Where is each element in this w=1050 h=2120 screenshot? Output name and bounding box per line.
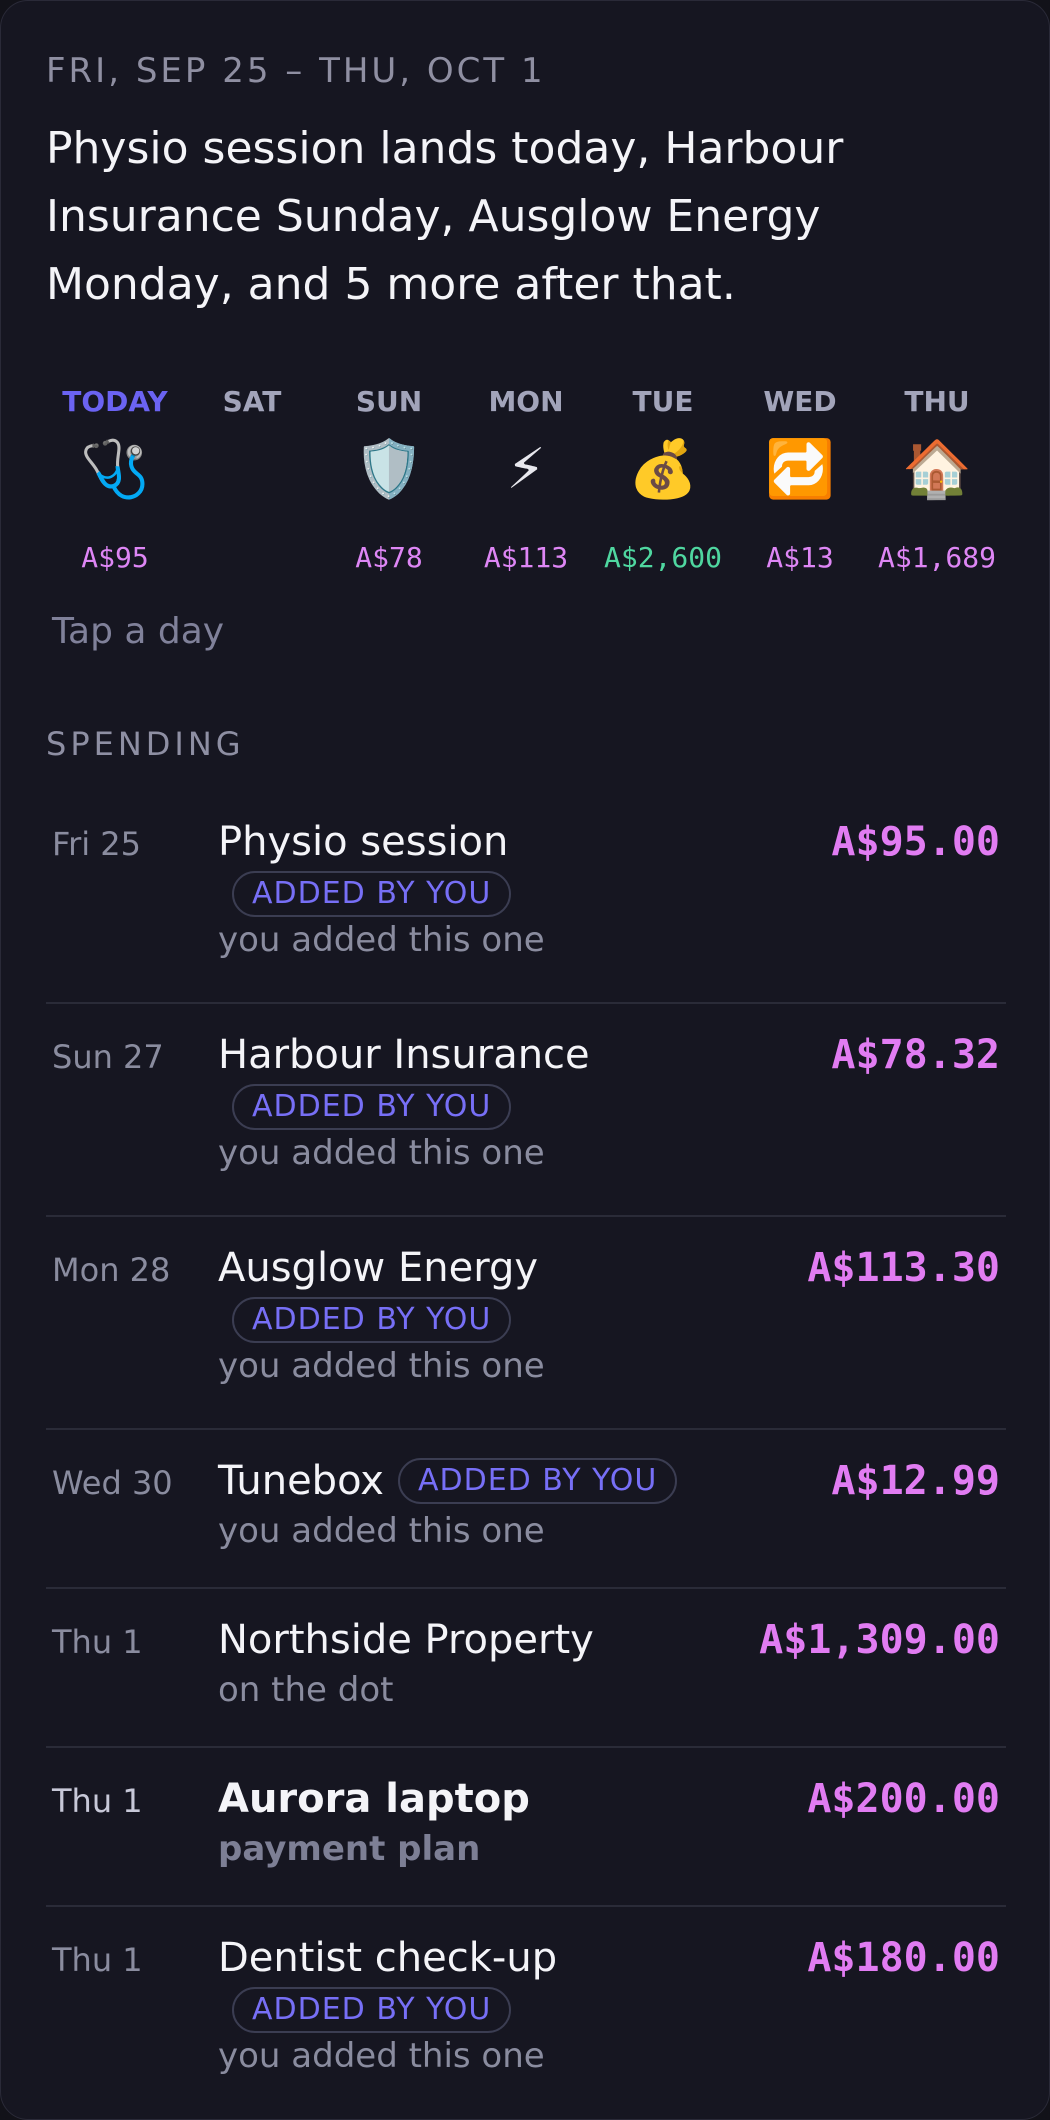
item-name: Harbour Insurance: [218, 1032, 590, 1078]
item-note: you added this one: [218, 1133, 545, 1173]
added-badge: ADDED BY YOU: [232, 1084, 512, 1130]
item-amount: A$78.32: [831, 1032, 1000, 1078]
added-badge: ADDED BY YOU: [232, 1987, 512, 2033]
added-badge: ADDED BY YOU: [232, 1297, 512, 1343]
item-date: Sun 27: [52, 1038, 164, 1076]
day-amount: A$2,600: [603, 541, 722, 574]
money-bag-icon: 💰: [628, 437, 698, 502]
day-label: SUN: [355, 385, 423, 418]
item-date: Mon 28: [52, 1251, 171, 1289]
item-name: Physio session: [218, 819, 509, 865]
item-main: Northside Property on the dot: [218, 1613, 706, 1713]
day-amount: A$78: [355, 541, 423, 574]
item-name: Aurora laptop: [218, 1776, 530, 1822]
day-label: WED: [763, 385, 837, 418]
item-date: Thu 1: [52, 1782, 143, 1820]
shield-icon: 🛡️: [354, 437, 424, 502]
stethoscope-icon: 🩺: [80, 437, 150, 502]
item-name: Northside Property: [218, 1617, 594, 1663]
item-main: Tunebox ADDED BY YOU you added this one: [218, 1454, 806, 1554]
item-name: Tunebox: [218, 1458, 384, 1504]
day-label: SAT: [222, 385, 282, 418]
house-icon: 🏠: [902, 437, 972, 502]
day-thu[interactable]: THU 🏠 A$1,689: [868, 381, 1006, 591]
item-date: Fri 25: [52, 825, 142, 863]
item-amount: A$1,309.00: [759, 1617, 1000, 1663]
list-item[interactable]: Thu 1 Dentist check-up ADDED BY YOU you …: [46, 1907, 1006, 2118]
item-main: Harbour Insurance ADDED BY YOU you added…: [218, 1028, 746, 1176]
day-label: TODAY: [62, 385, 168, 418]
item-note: you added this one: [218, 1346, 545, 1386]
lightning-icon: ⚡: [506, 437, 546, 502]
item-note: payment plan: [218, 1829, 481, 1869]
item-amount: A$180.00: [807, 1935, 1000, 1981]
item-date: Thu 1: [52, 1623, 143, 1661]
list-item[interactable]: Sun 27 Harbour Insurance ADDED BY YOU yo…: [46, 1004, 1006, 1217]
item-name: Dentist check-up: [218, 1935, 558, 1981]
section-title: SPENDING: [46, 725, 245, 763]
day-tue[interactable]: TUE 💰 A$2,600: [594, 381, 732, 591]
item-date: Wed 30: [52, 1464, 173, 1502]
item-date: Thu 1: [52, 1941, 143, 1979]
day-wed[interactable]: WED 🔁 A$13: [731, 381, 869, 591]
list-item[interactable]: Thu 1 Northside Property on the dot A$1,…: [46, 1589, 1006, 1748]
day-mon[interactable]: MON ⚡ A$113: [457, 381, 595, 591]
list-item[interactable]: Wed 30 Tunebox ADDED BY YOU you added thi…: [46, 1430, 1006, 1589]
day-sun[interactable]: SUN 🛡️ A$78: [320, 381, 458, 591]
item-amount: A$200.00: [807, 1776, 1000, 1822]
day-label: MON: [488, 385, 564, 418]
date-range: FRI, SEP 25 – THU, OCT 1: [46, 51, 546, 91]
repeat-icon: 🔁: [765, 437, 835, 502]
list-item[interactable]: Fri 25 Physio session ADDED BY YOU you a…: [46, 791, 1006, 1004]
added-badge: ADDED BY YOU: [397, 1458, 678, 1504]
day-label: TUE: [632, 385, 694, 418]
item-name: Ausglow Energy: [218, 1245, 538, 1291]
item-amount: A$95.00: [831, 819, 1000, 865]
item-main: Ausglow Energy ADDED BY YOU you added th…: [218, 1241, 746, 1389]
day-amount: A$1,689: [877, 541, 996, 574]
upcoming-card: FRI, SEP 25 – THU, OCT 1 Physio session …: [0, 0, 1050, 2120]
added-badge: ADDED BY YOU: [232, 871, 512, 917]
item-main: Physio session ADDED BY YOU you added th…: [218, 815, 746, 963]
day-amount: A$113: [483, 541, 569, 574]
day-today[interactable]: TODAY 🩺 A$95: [46, 381, 184, 591]
summary-text: Physio session lands today, Harbour Insu…: [46, 123, 844, 310]
item-main: Dentist check-up ADDED BY YOU you added …: [218, 1931, 746, 2079]
day-strip: TODAY 🩺 A$95 SAT SUN 🛡️ A$78 MON ⚡ A$113…: [46, 381, 1006, 591]
spending-list: Fri 25 Physio session ADDED BY YOU you a…: [46, 791, 1006, 2118]
day-amount: A$13: [766, 541, 834, 574]
item-amount: A$12.99: [831, 1458, 1000, 1504]
list-item[interactable]: Thu 1 Aurora laptop payment plan A$200.0…: [46, 1748, 1006, 1907]
day-amount: A$95: [81, 541, 149, 574]
day-icon-empty: [183, 433, 321, 507]
item-note: you added this one: [218, 1511, 545, 1551]
item-note: you added this one: [218, 2036, 545, 2076]
list-item[interactable]: Mon 28 Ausglow Energy ADDED BY YOU you a…: [46, 1217, 1006, 1430]
item-main: Aurora laptop payment plan: [218, 1772, 746, 1872]
item-note: on the dot: [218, 1670, 394, 1710]
item-amount: A$113.30: [807, 1245, 1000, 1291]
item-note: you added this one: [218, 920, 545, 960]
day-sat[interactable]: SAT: [183, 381, 321, 591]
day-label: THU: [904, 385, 970, 418]
tap-day-hint: Tap a day: [52, 611, 225, 652]
